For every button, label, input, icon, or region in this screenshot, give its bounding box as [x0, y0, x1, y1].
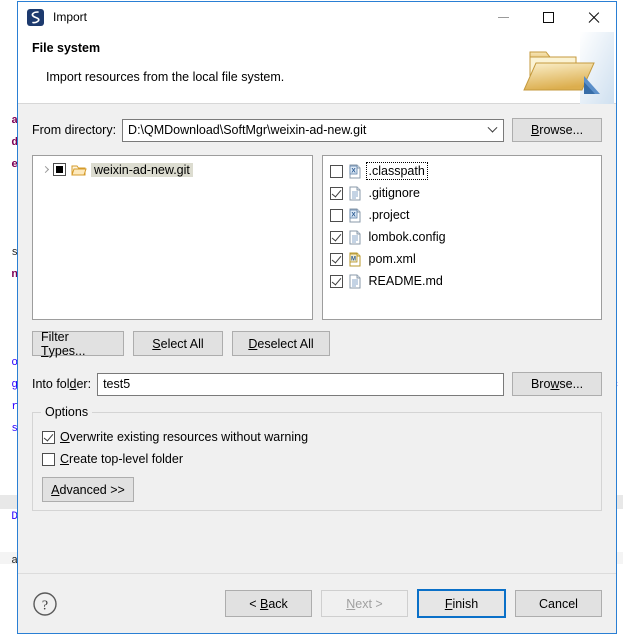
cancel-button[interactable]: Cancel — [515, 590, 602, 617]
file-name[interactable]: .classpath — [365, 162, 428, 180]
into-folder-label: Into folder: — [32, 377, 92, 391]
maven-file-icon: M — [349, 252, 360, 266]
from-directory-row: From directory: D:\QMDownload\SoftMgr\we… — [32, 118, 602, 142]
background-left-text: ade sn ogrs Da ;m uyyyyy H — [11, 115, 18, 567]
help-icon[interactable]: ? — [32, 591, 58, 617]
create-top-level-folder-row[interactable]: Create top-level folder — [42, 448, 591, 470]
open-folder-illustration — [523, 32, 614, 104]
overwrite-option-row[interactable]: Overwrite existing resources without war… — [42, 426, 591, 448]
tree-row[interactable]: weixin-ad-new.git — [33, 160, 312, 179]
svg-text:M: M — [351, 256, 356, 262]
folder-icon — [71, 165, 87, 175]
file-name[interactable]: README.md — [367, 273, 445, 289]
file-checkbox[interactable] — [329, 230, 343, 244]
deselect-all-button[interactable]: Deselect All — [232, 331, 330, 356]
finish-button[interactable]: Finish — [417, 589, 506, 618]
folder-tree-pane[interactable]: weixin-ad-new.git — [32, 155, 313, 320]
file-checkbox[interactable] — [329, 252, 343, 266]
next-button: Next > — [321, 590, 408, 617]
back-button[interactable]: < Back — [225, 590, 312, 617]
text-file-icon — [349, 274, 360, 288]
file-name[interactable]: .gitignore — [367, 185, 422, 201]
dialog-footer: ? < Back Next > Finish Cancel — [18, 573, 616, 633]
dialog-body: From directory: D:\QMDownload\SoftMgr\we… — [18, 104, 616, 573]
into-folder-input[interactable]: test5 — [97, 372, 504, 396]
dialog-title: Import — [53, 10, 88, 24]
browse-into-folder-button[interactable]: Browse... — [512, 372, 602, 396]
minimize-button[interactable] — [481, 2, 526, 32]
into-folder-row: Into folder: test5 Browse... — [32, 372, 602, 396]
maximize-icon — [543, 11, 554, 23]
list-item[interactable]: X .project — [323, 204, 602, 226]
eclipse-icon — [27, 8, 44, 26]
file-checkbox[interactable] — [329, 164, 343, 178]
file-checkbox[interactable] — [329, 274, 343, 288]
xml-file-icon: X — [349, 164, 360, 178]
list-item[interactable]: README.md — [323, 270, 602, 292]
tree-node-label[interactable]: weixin-ad-new.git — [91, 162, 193, 177]
text-file-icon — [349, 230, 360, 244]
selection-buttons-row: Filter Types... Select All Deselect All — [32, 330, 602, 358]
svg-text:X: X — [351, 211, 356, 218]
dialog-titlebar[interactable]: Import — [18, 2, 616, 32]
window-controls — [481, 2, 616, 32]
chevron-down-icon[interactable] — [481, 120, 503, 141]
list-item[interactable]: M pom.xml — [323, 248, 602, 270]
close-button[interactable] — [571, 2, 616, 32]
close-icon — [587, 11, 600, 24]
options-group: Options Overwrite existing resources wit… — [32, 405, 602, 511]
create-top-level-folder-label: Create top-level folder — [60, 452, 183, 466]
file-name[interactable]: .project — [367, 207, 412, 223]
chevron-right-icon[interactable] — [38, 165, 53, 174]
list-item[interactable]: .gitignore — [323, 182, 602, 204]
from-directory-label: From directory: — [32, 123, 117, 137]
from-directory-value[interactable]: D:\QMDownload\SoftMgr\weixin-ad-new.git — [123, 123, 481, 137]
list-item[interactable]: lombok.config — [323, 226, 602, 248]
file-name[interactable]: lombok.config — [367, 229, 448, 245]
svg-text:?: ? — [42, 598, 48, 613]
options-group-title: Options — [41, 405, 93, 419]
tree-checkbox[interactable] — [53, 163, 66, 176]
text-file-icon — [349, 186, 360, 200]
file-checkbox[interactable] — [329, 208, 343, 222]
advanced-button[interactable]: Advanced >> — [42, 477, 134, 502]
list-item[interactable]: X .classpath — [323, 160, 602, 182]
xml-file-icon: X — [349, 208, 360, 222]
file-checkbox[interactable] — [329, 186, 343, 200]
file-name[interactable]: pom.xml — [367, 251, 418, 267]
file-list-pane[interactable]: X .classpath .gitignore X .project lombo… — [321, 155, 602, 320]
filter-types-button[interactable]: Filter Types... — [32, 330, 124, 358]
minimize-icon — [498, 16, 509, 18]
select-all-button[interactable]: Select All — [133, 331, 223, 356]
overwrite-label: Overwrite existing resources without war… — [60, 430, 309, 444]
create-top-level-folder-checkbox[interactable] — [42, 452, 55, 466]
overwrite-checkbox[interactable] — [42, 430, 55, 444]
browse-directory-button[interactable]: Browse... — [512, 118, 602, 142]
from-directory-combo[interactable]: D:\QMDownload\SoftMgr\weixin-ad-new.git — [122, 118, 504, 142]
maximize-button[interactable] — [526, 2, 571, 32]
svg-text:X: X — [351, 167, 356, 174]
dialog-header: File system Import resources from the lo… — [18, 32, 616, 104]
resource-selection-panes: weixin-ad-new.git X .classpath .gitignor… — [32, 155, 602, 320]
import-dialog: Import File system Import resources from… — [17, 1, 617, 634]
